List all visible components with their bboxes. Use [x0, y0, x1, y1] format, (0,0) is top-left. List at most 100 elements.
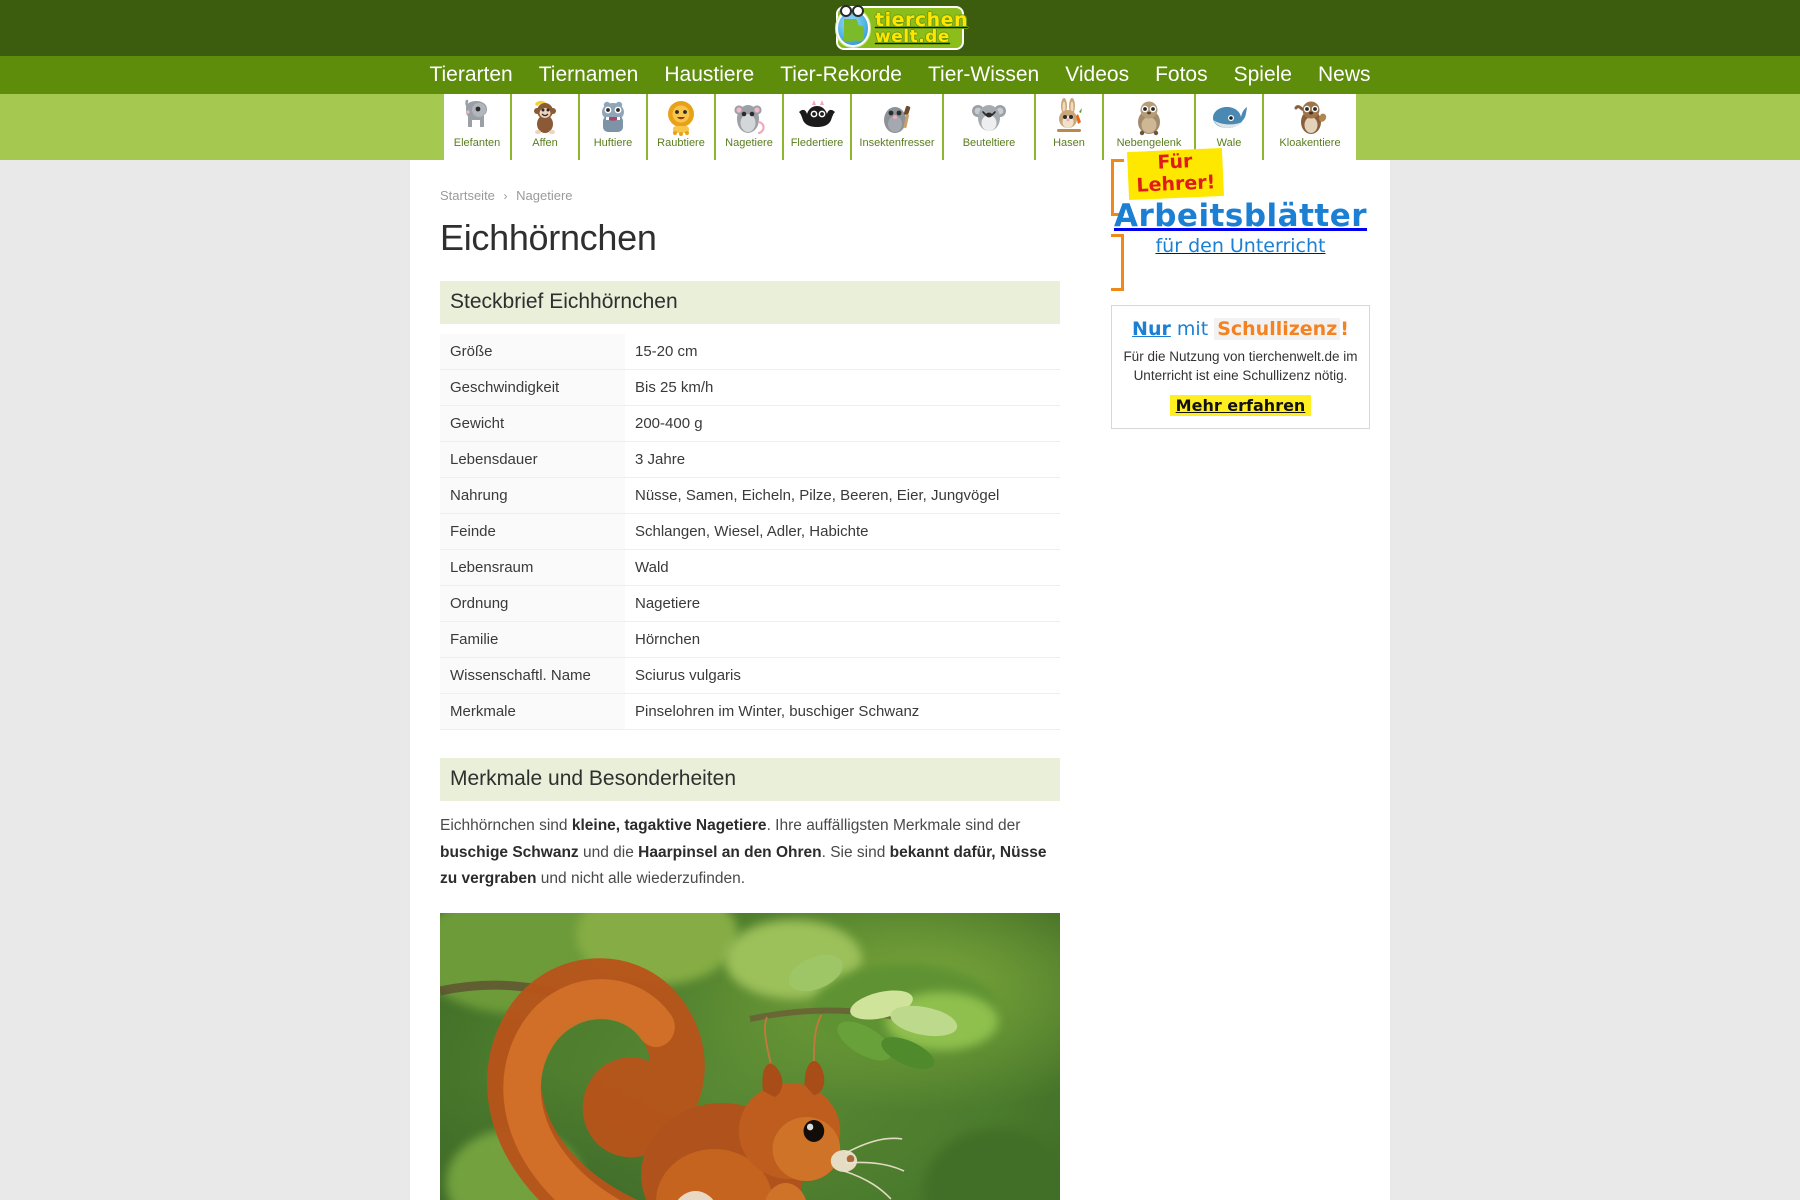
nav-item-spiele[interactable]: Spiele: [1234, 63, 1292, 87]
category-affen[interactable]: Affen: [512, 94, 580, 160]
sloth-icon: [1138, 101, 1160, 136]
ad-license-word-schullizenz: Schullizenz: [1214, 317, 1341, 340]
emphasized-text: kleine, tagaktive Nagetiere: [571, 817, 767, 834]
ad-school-license[interactable]: Nur mit Schullizenz! Für die Nutzung von…: [1111, 304, 1370, 429]
table-row: Ordnung Nagetiere: [440, 585, 1060, 622]
squirrel-illustration: [440, 954, 958, 1200]
nav-item-tierarten[interactable]: Tierarten: [429, 63, 512, 87]
breadcrumb-current[interactable]: Nagetiere: [516, 188, 572, 203]
category-hasen[interactable]: Hasen: [1036, 94, 1104, 160]
site-logo[interactable]: tierchen welt.de: [836, 5, 968, 50]
table-row: Größe 15-20 cm: [440, 334, 1060, 370]
row-value: 200-400 g: [625, 405, 1060, 442]
table-row: Geschwindigkeit Bis 25 km/h: [440, 369, 1060, 406]
category-label: Insektenfresser: [859, 137, 935, 149]
row-key: Ordnung: [440, 585, 625, 622]
table-row: Lebensdauer 3 Jahre: [440, 441, 1060, 478]
content-area: Startseite › Nagetiere Eichhörnchen Stec…: [0, 147, 1800, 1200]
row-key: Lebensdauer: [440, 441, 625, 478]
breadcrumb: Startseite › Nagetiere: [440, 188, 1060, 203]
content-sheet: Startseite › Nagetiere Eichhörnchen Stec…: [410, 147, 1390, 1200]
row-key: Feinde: [440, 513, 625, 550]
category-raubtiere[interactable]: Raubtiere: [648, 94, 716, 160]
row-key: Merkmale: [440, 693, 625, 730]
ad-license-body: Für die Nutzung von tierchenwelt.de im U…: [1123, 348, 1358, 384]
elephant-icon: [465, 99, 487, 127]
breadcrumb-home[interactable]: Startseite: [440, 188, 495, 203]
nav-item-tiernamen[interactable]: Tiernamen: [539, 63, 639, 87]
nav-item-haustiere[interactable]: Haustiere: [664, 63, 754, 87]
bat-icon: [799, 100, 835, 127]
ad-license-exclamation: !: [1340, 317, 1349, 340]
main-navigation: Tierarten Tiernamen Haustiere Tier-Rekor…: [0, 56, 1800, 94]
ad-worksheets-flag: Für Lehrer!: [1126, 147, 1224, 201]
logo-wordmark: tierchen welt.de: [875, 10, 968, 45]
category-label: Nebengelenk: [1116, 137, 1182, 149]
monkey-icon: [534, 100, 556, 134]
ad-worksheets[interactable]: Für Lehrer! Arbeitsblätter für den Unter…: [1111, 147, 1370, 291]
nav-item-tier-wissen[interactable]: Tier-Wissen: [928, 63, 1039, 87]
row-key: Lebensraum: [440, 549, 625, 586]
nav-item-tier-rekorde[interactable]: Tier-Rekorde: [780, 63, 902, 87]
category-label: Kloakentiere: [1279, 137, 1341, 149]
plain-text: und nicht alle wiederzufinden.: [536, 870, 746, 888]
nav-item-videos[interactable]: Videos: [1065, 63, 1129, 87]
category-label: Elefanten: [453, 137, 501, 149]
steckbrief-heading: Steckbrief Eichhörnchen: [440, 281, 1060, 324]
mole-icon: [884, 105, 911, 133]
row-value: Schlangen, Wiesel, Adler, Habichte: [625, 513, 1060, 550]
emphasized-text: buschige Schwanz: [440, 843, 579, 861]
ad-worksheets-headline: Arbeitsblätter: [1113, 198, 1368, 234]
category-label: Hasen: [1053, 137, 1085, 149]
merkmale-heading: Merkmale und Besonderheiten: [440, 758, 1060, 801]
ad-license-headline: Nur mit Schullizenz!: [1122, 317, 1359, 340]
nav-item-fotos[interactable]: Fotos: [1155, 63, 1208, 87]
row-value: Bis 25 km/h: [625, 369, 1060, 406]
ad-license-word-nur: Nur: [1132, 317, 1171, 340]
category-label: Raubtiere: [657, 137, 705, 149]
category-label: Fledertiere: [790, 137, 844, 149]
lion-icon: [668, 101, 694, 136]
rabbit-icon: [1057, 98, 1082, 132]
table-row: Feinde Schlangen, Wiesel, Adler, Habicht…: [440, 513, 1060, 550]
ad-license-cta[interactable]: Mehr erfahren: [1169, 394, 1312, 416]
category-label: Nagetiere: [725, 137, 773, 149]
table-row: Gewicht 200-400 g: [440, 405, 1060, 442]
merkmale-paragraph: Eichhörnchen sind kleine, tagaktive Nage…: [440, 813, 1060, 893]
breadcrumb-separator-icon: ›: [503, 189, 508, 203]
category-kloakentiere[interactable]: Kloakentiere: [1264, 94, 1356, 160]
category-nagetiere[interactable]: Nagetiere: [716, 94, 784, 160]
row-value: Pinselohren im Winter, buschiger Schwanz: [625, 693, 1060, 730]
whale-icon: [1213, 107, 1247, 128]
plain-text: und die: [578, 843, 639, 861]
globe-frog-icon: [836, 5, 870, 47]
nav-item-news[interactable]: News: [1318, 63, 1371, 87]
row-value: Nagetiere: [625, 585, 1060, 622]
table-row: Lebensraum Wald: [440, 549, 1060, 586]
squirrel-photo: [440, 912, 1060, 1200]
table-row: Familie Hörnchen: [440, 621, 1060, 658]
table-row: Nahrung Nüsse, Samen, Eicheln, Pilze, Be…: [440, 477, 1060, 514]
row-value: Hörnchen: [625, 621, 1060, 658]
sidebar: Für Lehrer! Arbeitsblätter für den Unter…: [1090, 147, 1390, 1200]
category-beuteltiere[interactable]: Beuteltiere: [944, 94, 1036, 160]
category-fledertiere[interactable]: Fledertiere: [784, 94, 852, 160]
category-label: Huftiere: [593, 137, 633, 149]
page-title: Eichhörnchen: [440, 217, 657, 258]
category-insektenfresser[interactable]: Insektenfresser: [852, 94, 944, 160]
category-huftiere[interactable]: Huftiere: [580, 94, 648, 160]
row-key: Geschwindigkeit: [440, 369, 625, 406]
plain-text: . Ihre auffälligsten Merkmale sind der: [766, 817, 1021, 834]
mouse-icon: [734, 105, 765, 135]
row-key: Nahrung: [440, 477, 625, 514]
table-row: Merkmale Pinselohren im Winter, buschige…: [440, 693, 1060, 730]
steckbrief-table: Größe 15-20 cm Geschwindigkeit Bis 25 km…: [440, 334, 1060, 730]
page-root: tierchen welt.de Tierarten Tiernamen Hau…: [0, 0, 1800, 1200]
plain-text: . Sie sind: [821, 843, 890, 861]
ad-license-word-mit: mit: [1176, 317, 1209, 340]
hippo-icon: [602, 101, 624, 132]
category-elefanten[interactable]: Elefanten: [444, 94, 512, 160]
site-header: tierchen welt.de: [0, 0, 1800, 56]
row-value: Sciurus vulgaris: [625, 657, 1060, 694]
category-label: Beuteltiere: [962, 137, 1016, 149]
